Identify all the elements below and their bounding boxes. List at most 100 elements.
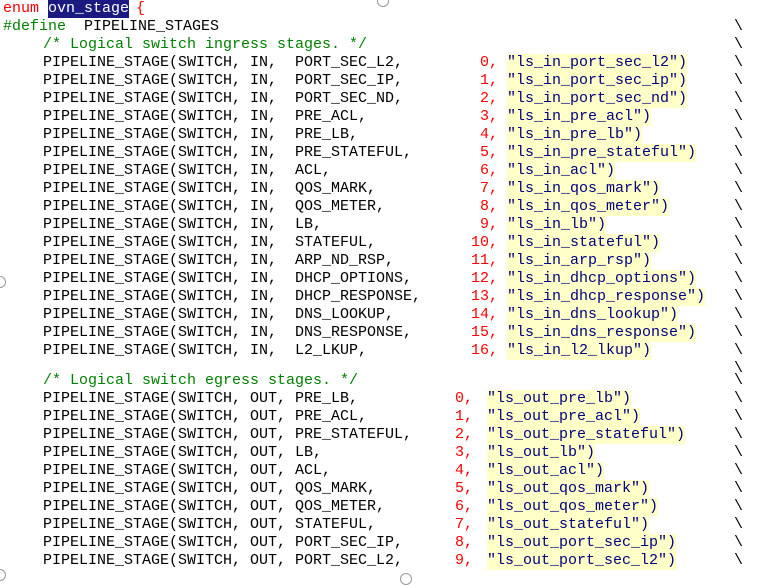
- stage-number: 13,: [471, 288, 499, 305]
- define-macro-name: PIPELINE_STAGES: [84, 18, 220, 35]
- line-continuation: \: [734, 90, 744, 107]
- stage-number: 8,: [480, 198, 499, 215]
- stage-string-literal: "ls_out_acl"): [487, 462, 605, 480]
- stage-macro-call: PIPELINE_STAGE(SWITCH, IN, PORT_SEC_L2,: [43, 54, 404, 71]
- stage-string-literal: "ls_out_port_sec_l2"): [487, 552, 677, 570]
- stage-macro-call: PIPELINE_STAGE(SWITCH, OUT, PRE_LB,: [43, 390, 359, 407]
- stage-number: 1,: [455, 408, 474, 425]
- fold-marker-icon[interactable]: [377, 0, 389, 7]
- stage-number: 6,: [480, 162, 499, 179]
- define-line: #define PIPELINE_STAGES \: [0, 18, 743, 36]
- stage-macro-call: PIPELINE_STAGE(SWITCH, IN, L2_LKUP,: [43, 342, 368, 359]
- line-continuation: \: [734, 126, 744, 143]
- stage-number: 7,: [480, 180, 499, 197]
- line-continuation: \: [734, 342, 744, 359]
- stage-string-literal: "ls_out_pre_stateful"): [487, 426, 686, 444]
- code-editor[interactable]: enum ovn_stage { #define PIPELINE_STAGES…: [0, 0, 769, 585]
- stage-number: 11,: [471, 252, 499, 269]
- stage-string-literal: "ls_out_qos_meter"): [487, 498, 659, 516]
- stage-macro-call: PIPELINE_STAGE(SWITCH, IN, PRE_LB,: [43, 126, 359, 143]
- fold-marker-icon[interactable]: [0, 569, 6, 581]
- line-continuation: \: [734, 462, 744, 479]
- stage-string-literal: "ls_in_acl"): [507, 162, 616, 180]
- stage-number: 6,: [455, 498, 474, 515]
- stage-macro-call: PIPELINE_STAGE(SWITCH, IN, QOS_METER,: [43, 198, 386, 215]
- stage-number: 9,: [455, 552, 474, 569]
- line-continuation: \: [734, 390, 744, 407]
- stage-string-literal: "ls_in_stateful"): [507, 234, 661, 252]
- stage-number: 0,: [455, 390, 474, 407]
- stage-string-literal: "ls_out_pre_acl"): [487, 408, 641, 426]
- fold-marker-icon[interactable]: [0, 276, 6, 288]
- line-continuation: \: [734, 306, 744, 323]
- stage-string-literal: "ls_in_dns_lookup"): [507, 306, 679, 324]
- stage-string-literal: "ls_in_qos_meter"): [507, 198, 670, 216]
- line-continuation: \: [734, 162, 744, 179]
- stage-number: 14,: [471, 306, 499, 323]
- stage-number: 3,: [455, 444, 474, 461]
- section-comment: /* Logical switch ingress stages. */: [43, 36, 368, 53]
- fold-marker-icon[interactable]: [400, 573, 412, 585]
- stage-string-literal: "ls_out_port_sec_ip"): [487, 534, 677, 552]
- stage-string-literal: "ls_in_qos_mark"): [507, 180, 661, 198]
- stage-number: 8,: [455, 534, 474, 551]
- stage-number: 5,: [455, 480, 474, 497]
- line-continuation: \: [734, 444, 744, 461]
- enum-declaration-line: enum ovn_stage {: [0, 0, 145, 18]
- define-directive: #define: [3, 18, 67, 35]
- stage-string-literal: "ls_in_lb"): [507, 216, 607, 234]
- stage-string-literal: "ls_out_qos_mark"): [487, 480, 650, 498]
- stage-macro-call: PIPELINE_STAGE(SWITCH, OUT, PORT_SEC_IP,: [43, 534, 404, 551]
- stage-number: 4,: [480, 126, 499, 143]
- stage-string-literal: "ls_in_dhcp_response"): [507, 288, 706, 306]
- line-continuation: \: [734, 480, 744, 497]
- stage-macro-call: PIPELINE_STAGE(SWITCH, IN, DNS_LOOKUP,: [43, 306, 395, 323]
- stage-number: 3,: [480, 108, 499, 125]
- stage-string-literal: "ls_in_port_sec_l2"): [507, 54, 688, 72]
- stage-string-literal: "ls_out_stateful"): [487, 516, 650, 534]
- stage-number: 4,: [455, 462, 474, 479]
- open-brace: {: [136, 0, 146, 17]
- stage-macro-call: PIPELINE_STAGE(SWITCH, IN, PRE_STATEFUL,: [43, 144, 413, 161]
- stage-macro-call: PIPELINE_STAGE(SWITCH, IN, PRE_ACL,: [43, 108, 368, 125]
- stage-macro-call: PIPELINE_STAGE(SWITCH, IN, PORT_SEC_ND,: [43, 90, 404, 107]
- stage-string-literal: "ls_in_port_sec_ip"): [507, 72, 688, 90]
- line-continuation: \: [734, 552, 744, 569]
- line-continuation: \: [734, 372, 744, 389]
- stage-macro-call: PIPELINE_STAGE(SWITCH, IN, DNS_RESPONSE,: [43, 324, 413, 341]
- stage-string-literal: "ls_in_pre_lb"): [507, 126, 643, 144]
- line-continuation: \: [734, 72, 744, 89]
- stage-macro-call: PIPELINE_STAGE(SWITCH, OUT, PRE_ACL,: [43, 408, 368, 425]
- stage-string-literal: "ls_in_pre_stateful"): [507, 144, 697, 162]
- line-continuation: \: [734, 234, 744, 251]
- stage-number: 0,: [480, 54, 499, 71]
- stage-string-literal: "ls_in_dns_response"): [507, 324, 697, 342]
- stage-number: 2,: [480, 90, 499, 107]
- stage-macro-call: PIPELINE_STAGE(SWITCH, OUT, LB,: [43, 444, 323, 461]
- stage-macro-call: PIPELINE_STAGE(SWITCH, OUT, PORT_SEC_L2,: [43, 552, 404, 569]
- section-comment: /* Logical switch egress stages. */: [43, 372, 359, 389]
- line-continuation: \: [734, 324, 744, 341]
- stage-number: 1,: [480, 72, 499, 89]
- stage-macro-call: PIPELINE_STAGE(SWITCH, IN, PORT_SEC_IP,: [43, 72, 404, 89]
- line-continuation: \: [734, 516, 744, 533]
- line-continuation: \: [734, 498, 744, 515]
- stage-number: 7,: [455, 516, 474, 533]
- line-continuation: \: [734, 534, 744, 551]
- stage-string-literal: "ls_in_arp_rsp"): [507, 252, 652, 270]
- stage-string-literal: "ls_in_dhcp_options"): [507, 270, 697, 288]
- stage-macro-call: PIPELINE_STAGE(SWITCH, OUT, ACL,: [43, 462, 332, 479]
- stage-macro-call: PIPELINE_STAGE(SWITCH, IN, ACL,: [43, 162, 332, 179]
- stage-string-literal: "ls_out_pre_lb"): [487, 390, 632, 408]
- line-continuation: \: [734, 216, 744, 233]
- stage-number: 15,: [471, 324, 499, 341]
- stage-string-literal: "ls_in_pre_acl"): [507, 108, 652, 126]
- line-continuation: \: [734, 36, 744, 53]
- stage-macro-call: PIPELINE_STAGE(SWITCH, IN, LB,: [43, 216, 323, 233]
- stage-macro-call: PIPELINE_STAGE(SWITCH, OUT, QOS_MARK,: [43, 480, 377, 497]
- line-continuation: \: [734, 198, 744, 215]
- stage-macro-call: PIPELINE_STAGE(SWITCH, OUT, QOS_METER,: [43, 498, 386, 515]
- stage-number: 2,: [455, 426, 474, 443]
- stage-macro-call: PIPELINE_STAGE(SWITCH, IN, ARP_ND_RSP,: [43, 252, 395, 269]
- selected-identifier[interactable]: ovn_stage: [48, 0, 130, 18]
